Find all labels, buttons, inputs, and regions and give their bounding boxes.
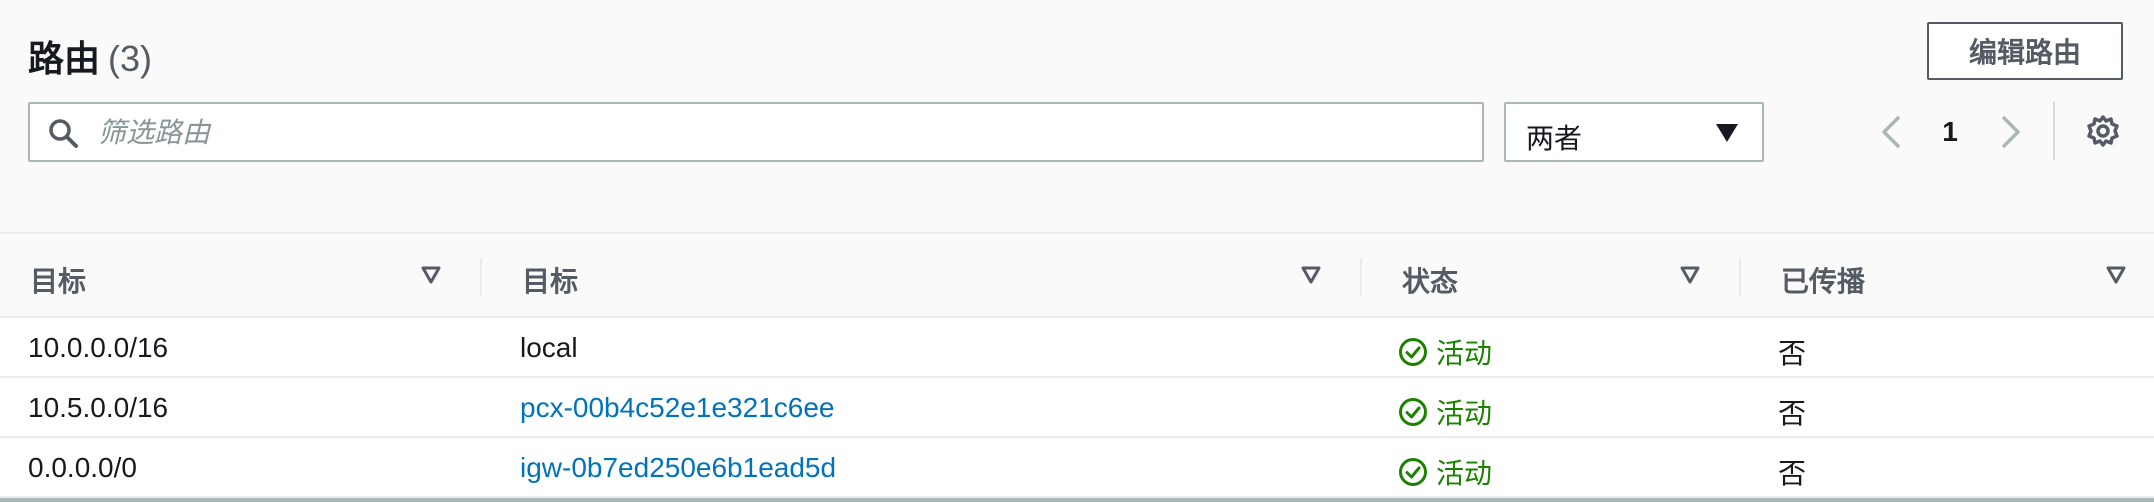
route-propagated: 否 [1778,457,1807,490]
route-destination: 10.5.0.0/16 [28,392,169,423]
propagation-filter-select[interactable]: 两者 [1504,102,1764,162]
column-divider[interactable] [1360,258,1362,296]
column-header-target[interactable]: 目标 [522,260,578,300]
pager-divider [2053,102,2055,160]
route-destination: 10.0.0.0/16 [28,332,169,363]
route-status: 活动 [1398,452,1492,492]
route-target: local [520,332,578,363]
sort-down-icon[interactable] [1680,266,1700,284]
page-title: 路由 (3) [28,30,152,82]
sort-down-icon[interactable] [421,266,441,284]
route-target-link[interactable]: igw-0b7ed250e6b1ead5d [520,452,836,484]
sort-down-icon[interactable] [1301,266,1321,284]
column-divider[interactable] [480,258,482,296]
status-text: 活动 [1436,337,1493,370]
table-row: 0.0.0.0/0 igw-0b7ed250e6b1ead5d 活动 否 [0,438,2154,498]
edit-routes-button[interactable]: 编辑路由 [1927,22,2123,80]
check-circle-icon [1399,458,1427,486]
table-row: 10.0.0.0/16 local 活动 否 [0,318,2154,378]
current-page[interactable]: 1 [1938,116,1962,148]
search-icon [49,119,78,148]
check-circle-icon [1399,338,1427,366]
column-header-propagated[interactable]: 已传播 [1781,260,1865,300]
route-destination: 0.0.0.0/0 [28,452,137,483]
column-header-status[interactable]: 状态 [1402,260,1458,300]
column-divider[interactable] [1739,258,1741,296]
status-text: 活动 [1436,457,1493,490]
route-propagated: 否 [1778,397,1807,430]
route-status: 活动 [1398,332,1492,372]
caret-down-icon [1716,124,1738,142]
table-header: 目标 目标 状态 已传播 [0,232,2154,318]
search-field[interactable] [28,102,1484,162]
table-row: 10.5.0.0/16 pcx-00b4c52e1e321c6ee 活动 否 [0,378,2154,438]
route-count: (3) [108,38,153,79]
column-header-destination[interactable]: 目标 [30,260,86,300]
gear-icon[interactable] [2086,114,2120,148]
sort-down-icon[interactable] [2106,266,2126,284]
title-text: 路由 [28,39,101,80]
routes-header: 路由(3) 编辑路由 两者 1 [0,0,2154,232]
route-propagated: 否 [1778,337,1807,370]
route-target-link[interactable]: pcx-00b4c52e1e321c6ee [520,392,834,424]
status-text: 活动 [1436,397,1493,430]
route-status: 活动 [1398,392,1492,432]
chevron-left-icon[interactable] [1876,112,1906,152]
table-bottom-border [0,498,2154,502]
search-input[interactable] [98,104,1468,160]
chevron-right-icon[interactable] [1996,112,2026,152]
check-circle-icon [1399,398,1427,426]
select-value: 两者 [1526,122,1583,155]
